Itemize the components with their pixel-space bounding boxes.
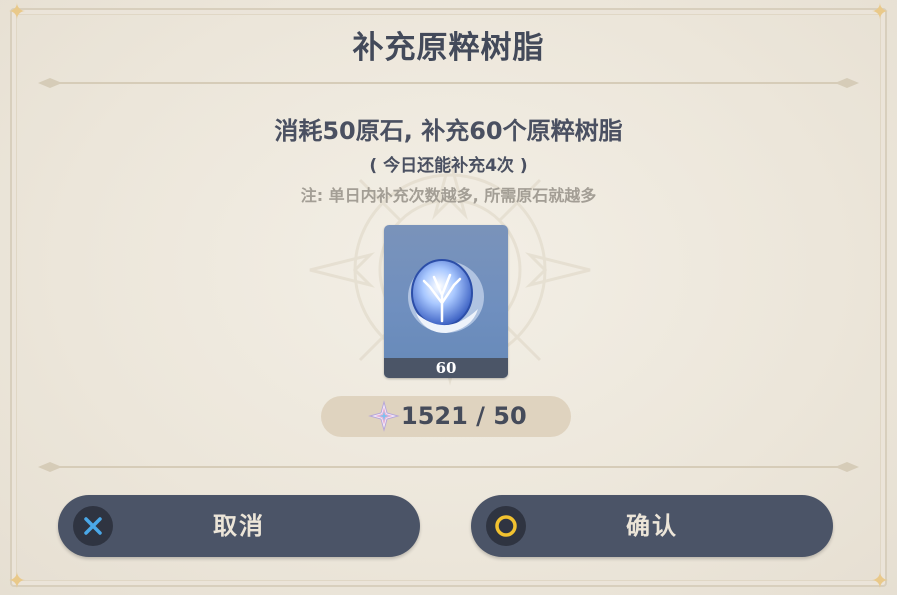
refill-resin-dialog: ✦ ✦ ✦ ✦ 补充原粹树脂 消耗50原石, 补充60个原粹树脂 ( 今日还能补… (0, 0, 897, 595)
cancel-button[interactable]: 取消 (58, 495, 420, 557)
corner-star-icon: ✦ (7, 569, 27, 594)
primogem-cost-text: 1521 / 50 (401, 402, 527, 430)
ornament-divider (38, 462, 859, 472)
primogem-icon (368, 400, 400, 432)
refill-note: 注: 单日内补充次数越多, 所需原石就越多 (300, 186, 597, 205)
corner-star-icon: ✦ (870, 0, 890, 25)
cancel-button-label: 取消 (213, 512, 265, 540)
primogem-cost-pill: 1521 / 50 (321, 396, 571, 437)
remaining-refills-text: ( 今日还能补充4次 ) (369, 156, 528, 176)
item-count-label: 60 (384, 358, 508, 378)
original-resin-icon (408, 259, 484, 333)
dialog-title: 补充原粹树脂 (352, 30, 545, 66)
corner-star-icon: ✦ (7, 0, 27, 25)
ornament-divider (38, 78, 859, 88)
refill-description: 消耗50原石, 补充60个原粹树脂 (274, 117, 623, 145)
confirm-button[interactable]: 确认 (471, 495, 833, 557)
resin-item-card: 60 (384, 225, 508, 378)
confirm-button-label: 确认 (626, 512, 678, 540)
corner-star-icon: ✦ (870, 569, 890, 594)
